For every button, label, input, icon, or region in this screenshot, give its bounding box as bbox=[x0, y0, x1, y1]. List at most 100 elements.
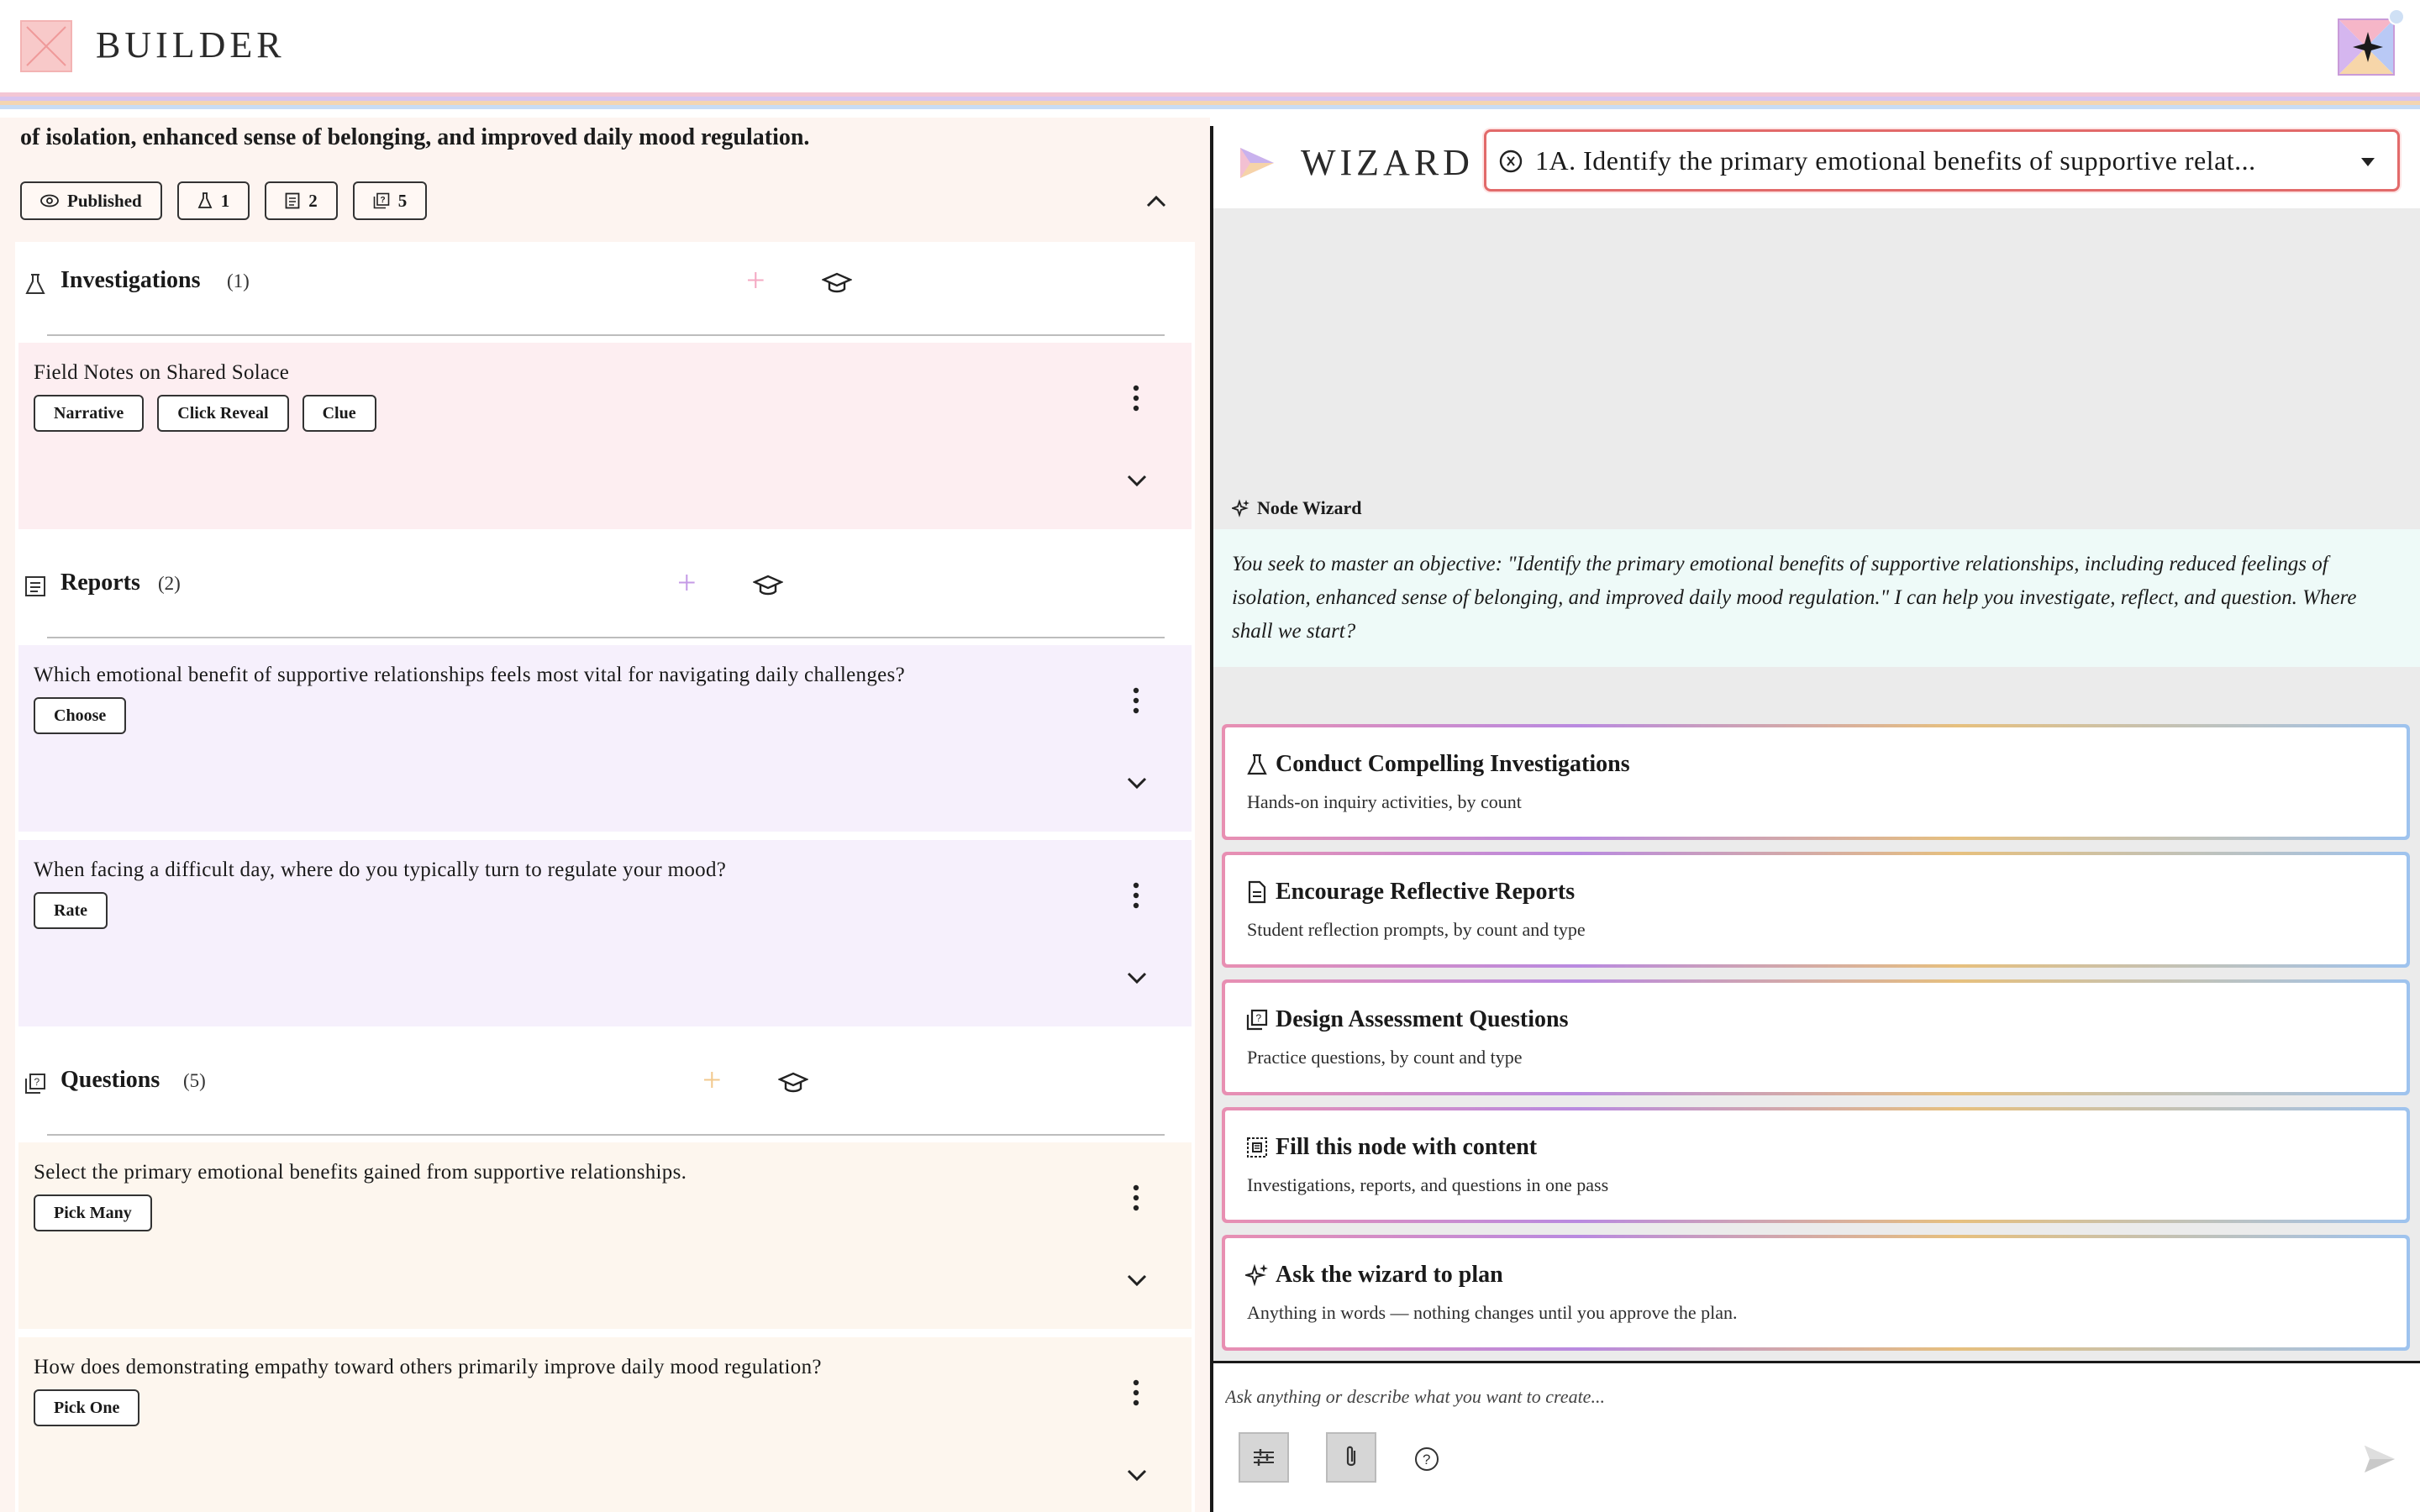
sparkle-icon bbox=[1245, 1263, 1268, 1287]
selected-objective: 1A. Identify the primary emotional benef… bbox=[1535, 145, 2256, 176]
wizard-logo-icon bbox=[1240, 148, 1274, 178]
section-title: Investigations bbox=[60, 267, 201, 293]
objective-select[interactable]: 1A. Identify the primary emotional benef… bbox=[1484, 129, 2400, 192]
card-tags: Rate bbox=[34, 892, 108, 929]
reports-count-chip[interactable]: 2 bbox=[265, 181, 338, 220]
published-chip[interactable]: Published bbox=[20, 181, 162, 220]
settings-button[interactable] bbox=[1239, 1432, 1289, 1483]
wizard-pane: WIZARD 1A. Identify the primary emotiona… bbox=[1213, 118, 2420, 1512]
more-options-icon[interactable] bbox=[1128, 383, 1144, 413]
notification-dot bbox=[2388, 8, 2405, 25]
report-icon bbox=[1248, 880, 1266, 904]
section-count: (1) bbox=[227, 270, 250, 291]
more-options-icon[interactable] bbox=[1128, 1183, 1144, 1213]
graduation-cap-icon[interactable] bbox=[822, 270, 852, 297]
chevron-down-icon[interactable] bbox=[1124, 969, 1150, 986]
wizard-title: WIZARD bbox=[1301, 142, 1474, 183]
builder-logo[interactable] bbox=[20, 20, 72, 72]
stripe bbox=[0, 105, 2420, 109]
chip-label: 2 bbox=[308, 190, 318, 211]
chat-input-area: ? bbox=[1213, 1361, 2420, 1512]
card-tags: Pick Many bbox=[34, 1194, 152, 1231]
chevron-down-icon[interactable] bbox=[1124, 774, 1150, 791]
avatar[interactable] bbox=[2338, 18, 2395, 76]
question-card[interactable]: How does demonstrating empathy toward ot… bbox=[18, 1337, 1192, 1512]
question-icon: ? bbox=[373, 192, 390, 209]
question-icon: ? bbox=[1246, 1009, 1268, 1031]
node-wizard-text: Node Wizard bbox=[1257, 497, 1362, 518]
card-title: Field Notes on Shared Solace bbox=[34, 361, 290, 384]
card-title: Which emotional benefit of supportive re… bbox=[34, 664, 905, 686]
action-description: Anything in words — nothing changes unti… bbox=[1247, 1302, 1738, 1323]
tag-pick-many[interactable]: Pick Many bbox=[34, 1194, 152, 1231]
eye-icon bbox=[40, 194, 59, 207]
action-body: Encourage Reflective Reports Student ref… bbox=[1225, 855, 2407, 964]
action-description: Practice questions, by count and type bbox=[1247, 1047, 1523, 1068]
chat-input[interactable] bbox=[1225, 1380, 2402, 1414]
card-tags: Narrative Click Reveal Clue bbox=[34, 395, 376, 432]
section-header: ? Questions (5) + bbox=[15, 1042, 1195, 1134]
add-report-button[interactable]: + bbox=[677, 566, 697, 600]
send-icon[interactable] bbox=[2361, 1441, 2398, 1478]
action-description: Student reflection prompts, by count and… bbox=[1247, 919, 1586, 940]
investigations-count-chip[interactable]: 1 bbox=[176, 181, 250, 220]
action-description: Hands-on inquiry activities, by count bbox=[1247, 791, 1522, 812]
investigation-card[interactable]: Field Notes on Shared Solace Narrative C… bbox=[18, 343, 1192, 529]
flask-icon bbox=[1247, 753, 1267, 775]
section-divider bbox=[47, 1134, 1165, 1136]
node-wizard-label: Node Wizard bbox=[1232, 497, 1361, 519]
more-options-icon[interactable] bbox=[1128, 685, 1144, 716]
action-fill-node[interactable]: Fill this node with content Investigatio… bbox=[1222, 1107, 2410, 1223]
more-options-icon[interactable] bbox=[1128, 1378, 1144, 1408]
svg-text:?: ? bbox=[1423, 1452, 1430, 1467]
svg-text:?: ? bbox=[34, 1076, 40, 1088]
add-question-button[interactable]: + bbox=[702, 1063, 722, 1097]
section-divider bbox=[47, 637, 1165, 638]
tag-click-reveal[interactable]: Click Reveal bbox=[157, 395, 289, 432]
tag-pick-one[interactable]: Pick One bbox=[34, 1389, 140, 1426]
questions-count-chip[interactable]: ? 5 bbox=[352, 181, 428, 220]
question-card[interactable]: Select the primary emotional benefits ga… bbox=[18, 1142, 1192, 1329]
card-title: When facing a difficult day, where do yo… bbox=[34, 858, 727, 881]
wizard-header: WIZARD 1A. Identify the primary emotiona… bbox=[1213, 118, 2420, 208]
section-header: Investigations (1) + bbox=[15, 242, 1195, 334]
report-card[interactable]: When facing a difficult day, where do yo… bbox=[18, 840, 1192, 1026]
action-body: ? Design Assessment Questions Practice q… bbox=[1225, 983, 2407, 1092]
chevron-down-icon[interactable] bbox=[1124, 472, 1150, 489]
question-icon: ? bbox=[25, 1074, 45, 1094]
action-plan[interactable]: Ask the wizard to plan Anything in words… bbox=[1222, 1235, 2410, 1351]
section-header: Reports (2) + bbox=[15, 544, 1195, 637]
action-reports[interactable]: Encourage Reflective Reports Student ref… bbox=[1222, 852, 2410, 968]
objective-text: of isolation, enhanced sense of belongin… bbox=[20, 124, 810, 150]
tag-clue[interactable]: Clue bbox=[302, 395, 376, 432]
graduation-cap-icon[interactable] bbox=[753, 573, 783, 600]
attach-button[interactable] bbox=[1326, 1432, 1376, 1483]
wizard-message: You seek to master an objective: "Identi… bbox=[1213, 529, 2420, 667]
card-title: Select the primary emotional benefits ga… bbox=[34, 1161, 687, 1184]
action-description: Investigations, reports, and questions i… bbox=[1247, 1174, 1609, 1195]
paperclip-icon bbox=[1346, 1446, 1356, 1467]
more-options-icon[interactable] bbox=[1128, 880, 1144, 911]
report-card[interactable]: Which emotional benefit of supportive re… bbox=[18, 645, 1192, 832]
chevron-down-icon[interactable] bbox=[1124, 1467, 1150, 1483]
app-title: BUILDER bbox=[96, 24, 286, 66]
tag-choose[interactable]: Choose bbox=[34, 697, 127, 734]
help-icon[interactable]: ? bbox=[1413, 1446, 1440, 1473]
tag-narrative[interactable]: Narrative bbox=[34, 395, 145, 432]
chevron-up-icon[interactable] bbox=[1143, 188, 1170, 215]
action-investigations[interactable]: Conduct Compelling Investigations Hands-… bbox=[1222, 724, 2410, 840]
svg-text:?: ? bbox=[1256, 1012, 1262, 1024]
action-questions[interactable]: ? Design Assessment Questions Practice q… bbox=[1222, 979, 2410, 1095]
graduation-cap-icon[interactable] bbox=[778, 1070, 808, 1097]
add-investigation-button[interactable]: + bbox=[746, 264, 765, 297]
chip-label: 1 bbox=[220, 190, 230, 211]
header-stripes bbox=[0, 92, 2420, 118]
tag-rate[interactable]: Rate bbox=[34, 892, 108, 929]
chip-label: 5 bbox=[397, 190, 408, 211]
sliders-icon bbox=[1254, 1449, 1274, 1466]
action-title: Ask the wizard to plan bbox=[1276, 1262, 1503, 1288]
chevron-down-icon[interactable] bbox=[1124, 1272, 1150, 1289]
action-title: Conduct Compelling Investigations bbox=[1276, 751, 1630, 777]
flask-icon bbox=[197, 192, 213, 208]
action-title: Encourage Reflective Reports bbox=[1276, 879, 1576, 905]
